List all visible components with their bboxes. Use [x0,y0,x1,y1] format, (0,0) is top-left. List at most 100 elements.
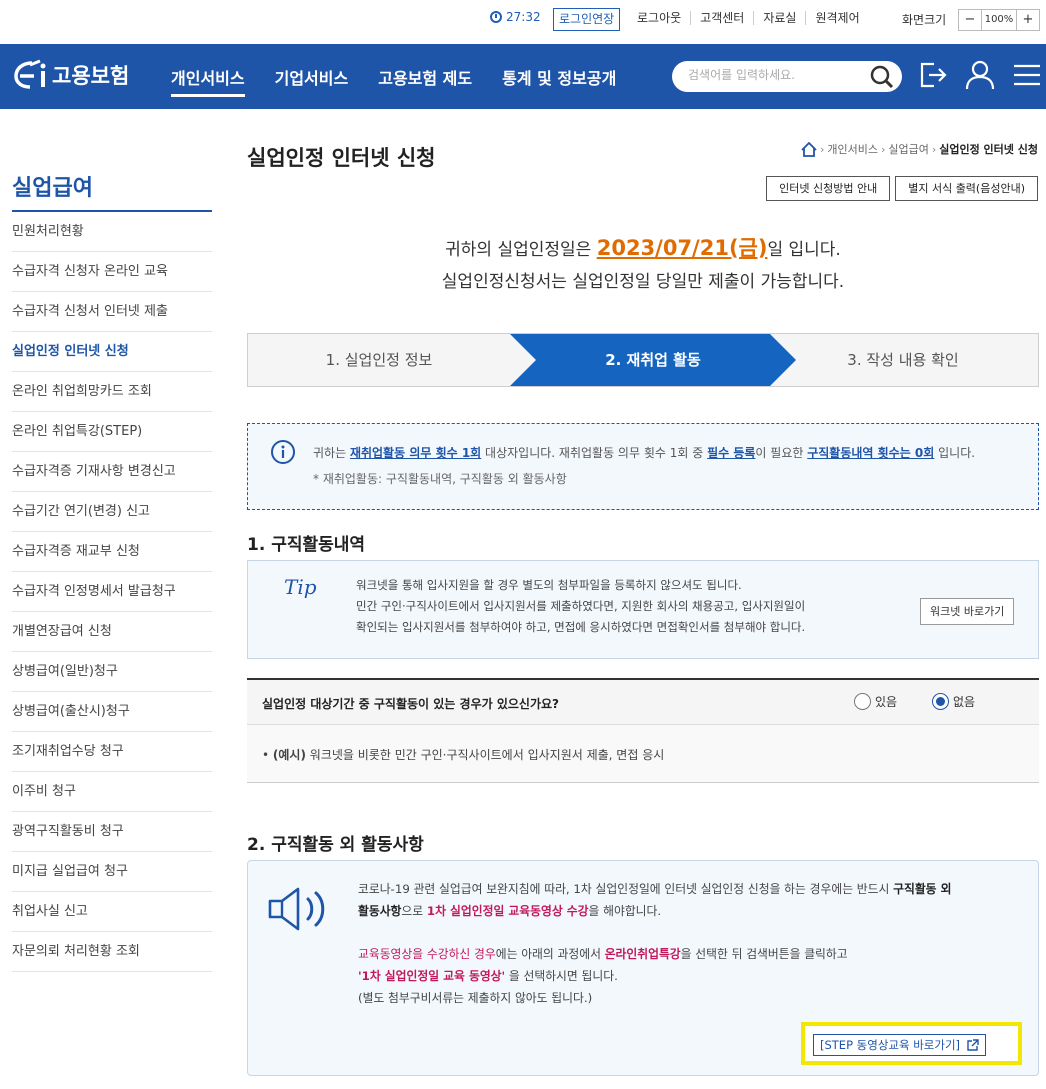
logo-mark-icon [14,59,46,89]
step-video-link[interactable]: [STEP 동영상교육 바로가기] [813,1034,987,1056]
info-icon [271,440,295,464]
guide-button[interactable]: 인터넷 신청방법 안내 [766,176,891,201]
menu-icon[interactable] [1010,58,1044,92]
notice-post: 일 입니다. [767,240,841,260]
notice-line2: 실업인정신청서는 실업인정일 당일만 제출이 가능합니다. [441,272,845,292]
print-form-button[interactable]: 별지 서식 출력(음성안내) [895,176,1038,201]
clock-icon [490,11,502,23]
side-nav-item[interactable]: 이주비 청구 [12,772,212,812]
main-menu: 개인서비스 기업서비스 고용보험 제도 통계 및 정보공개 [171,65,646,97]
guidance-paragraph-1: 코로나-19 관련 실업급여 보완지침에 따라, 1차 실업인정일에 인터넷 실… [358,882,952,918]
radio-yes-circle[interactable] [854,693,871,710]
side-nav-item[interactable]: 수급자격 신청서 인터넷 제출 [12,292,212,332]
step-2-active: 2. 재취업 활동 [605,351,701,369]
zoom-in-button[interactable]: + [1017,10,1039,30]
obligation-note: * 재취업활동: 구직활동내역, 구직활동 외 활동사항 [313,472,567,486]
side-nav-item[interactable]: 취업사실 신고 [12,892,212,932]
radio-no[interactable]: 없음 [932,693,975,710]
menu-corporate-service[interactable]: 기업서비스 [275,65,349,97]
customer-center-link[interactable]: 고객센터 [690,11,753,25]
step-video-link-label[interactable]: [STEP 동영상교육 바로가기] [820,1035,960,1055]
tip-label: Tip [284,575,317,599]
side-nav-item[interactable]: 온라인 취업희망카드 조회 [12,372,212,412]
search-icon[interactable] [869,64,895,90]
logout-link[interactable]: 로그아웃 [628,11,690,25]
side-nav-item[interactable]: 조기재취업수당 청구 [12,732,212,772]
breadcrumb-current: 실업인정 인터넷 신청 [939,143,1038,156]
zoom-control: − 100% + [958,9,1040,31]
obligation-text: 귀하는 재취업활동 의무 횟수 1회 대상자입니다. 재취업활동 의무 횟수 1… [313,446,976,460]
session-timer-value: 27:32 [506,10,541,24]
job-search-question: 실업인정 대상기간 중 구직활동이 있는 경우가 있으신가요? [262,697,559,711]
zoom-out-button[interactable]: − [959,10,981,30]
side-nav-item[interactable]: 미지급 실업급여 청구 [12,852,212,892]
side-nav-item[interactable]: 상병급여(출산시)청구 [12,692,212,732]
remote-control-link[interactable]: 원격제어 [805,11,868,25]
utility-bar: 27:32 로그인연장 로그아웃 고객센터 자료실 원격제어 화면크기 − 10… [0,0,1046,44]
step-video-link-highlight: [STEP 동영상교육 바로가기] [801,1022,1022,1065]
notice-pre: 귀하의 실업인정일은 [445,240,597,260]
menu-statistics[interactable]: 통계 및 정보공개 [502,65,616,97]
logout-icon[interactable] [916,58,950,92]
job-search-question-row: 실업인정 대상기간 중 구직활동이 있는 경우가 있으신가요? 있음 없음 [247,678,1039,725]
side-nav-item[interactable]: 수급자격증 기재사항 변경신고 [12,452,212,492]
side-nav: 실업급여 민원처리현황 수급자격 신청자 온라인 교육 수급자격 신청서 인터넷… [12,170,212,972]
search-input[interactable] [688,68,868,82]
radio-yes[interactable]: 있음 [854,693,897,710]
page-actions: 인터넷 신청방법 안내 별지 서식 출력(음성안내) [766,176,1038,201]
radio-yes-label[interactable]: 있음 [875,693,897,710]
screen-size-label: 화면크기 [902,13,947,27]
utility-links: 로그아웃 고객센터 자료실 원격제어 [628,11,869,25]
external-link-icon [967,1038,979,1051]
tip-box: Tip 워크넷을 통해 입사지원을 할 경우 별도의 첨부파일을 등록하지 않으… [247,560,1039,659]
search-box [672,61,902,92]
side-nav-item-active[interactable]: 실업인정 인터넷 신청 [12,332,212,372]
main-header: 고용보험 개인서비스 기업서비스 고용보험 제도 통계 및 정보공개 [0,44,1046,109]
library-link[interactable]: 자료실 [753,11,805,25]
speaker-icon [268,887,325,931]
side-nav-item[interactable]: 상병급여(일반)청구 [12,652,212,692]
side-nav-list: 민원처리현황 수급자격 신청자 온라인 교육 수급자격 신청서 인터넷 제출 실… [12,212,212,972]
session-timer: 27:32 [490,10,541,24]
side-nav-item[interactable]: 광역구직활동비 청구 [12,812,212,852]
example-row: • (예시) 워크넷을 비롯한 민간 구인·구직사이트에서 입사지원서 제출, … [247,725,1039,783]
side-nav-item[interactable]: 온라인 취업특강(STEP) [12,412,212,452]
side-nav-item[interactable]: 수급자격 인정명세서 발급청구 [12,572,212,612]
login-extend-button[interactable]: 로그인연장 [553,8,621,31]
radio-no-label[interactable]: 없음 [953,693,975,710]
user-icon[interactable] [963,58,997,92]
chevron-right-icon: › [819,142,825,156]
side-nav-item[interactable]: 수급자격 신청자 온라인 교육 [12,252,212,292]
breadcrumb: › 개인서비스 › 실업급여 › 실업인정 인터넷 신청 [801,141,1038,157]
step-3: 3. 작성 내용 확인 [847,351,959,369]
guidance-paragraph-2: 교육동영상을 수강하신 경우에는 아래의 과정에서 온라인취업특강을 선택한 뒤… [358,947,848,1005]
obligation-info-box: 귀하는 재취업활동 의무 횟수 1회 대상자입니다. 재취업활동 의무 횟수 1… [247,423,1039,510]
worknet-button[interactable]: 워크넷 바로가기 [920,598,1015,625]
site-logo[interactable]: 고용보험 [12,59,129,91]
chevron-right-icon: › [880,142,886,156]
side-nav-title: 실업급여 [12,170,212,212]
side-nav-item[interactable]: 수급기간 연기(변경) 신고 [12,492,212,532]
page-title: 실업인정 인터넷 신청 [247,146,436,170]
side-nav-item[interactable]: 개별연장급여 신청 [12,612,212,652]
logo-text: 고용보험 [52,64,130,88]
section-other-activity-title: 2. 구직활동 외 활동사항 [247,835,424,855]
breadcrumb-item[interactable]: 개인서비스 [827,141,878,157]
radio-no-circle[interactable] [932,693,949,710]
step-1: 1. 실업인정 정보 [325,351,433,369]
zoom-value: 100% [981,10,1017,30]
menu-personal-service[interactable]: 개인서비스 [171,65,245,97]
breadcrumb-item[interactable]: 실업급여 [888,141,928,157]
example-text: • (예시) 워크넷을 비롯한 민간 구인·구직사이트에서 입사지원서 제출, … [262,748,665,762]
menu-insurance-system[interactable]: 고용보험 제도 [378,65,472,97]
home-icon[interactable] [801,141,817,157]
side-nav-item[interactable]: 자문의뢰 처리현황 조회 [12,932,212,972]
tip-text: 워크넷을 통해 입사지원을 할 경우 별도의 첨부파일을 등록하지 않으셔도 됩… [356,578,806,634]
section-job-search-title: 1. 구직활동내역 [247,535,366,555]
side-nav-item[interactable]: 수급자격증 재교부 신청 [12,532,212,572]
recognition-date-notice: 귀하의 실업인정일은 2023/07/21(금)일 입니다. 실업인정신청서는 … [247,232,1039,298]
side-nav-item[interactable]: 민원처리현황 [12,212,212,252]
step-indicator: 1. 실업인정 정보 2. 재취업 활동 3. 작성 내용 확인 [247,333,1039,387]
recognition-date: 2023/07/21(금) [596,236,768,260]
chevron-right-icon: › [931,142,937,156]
